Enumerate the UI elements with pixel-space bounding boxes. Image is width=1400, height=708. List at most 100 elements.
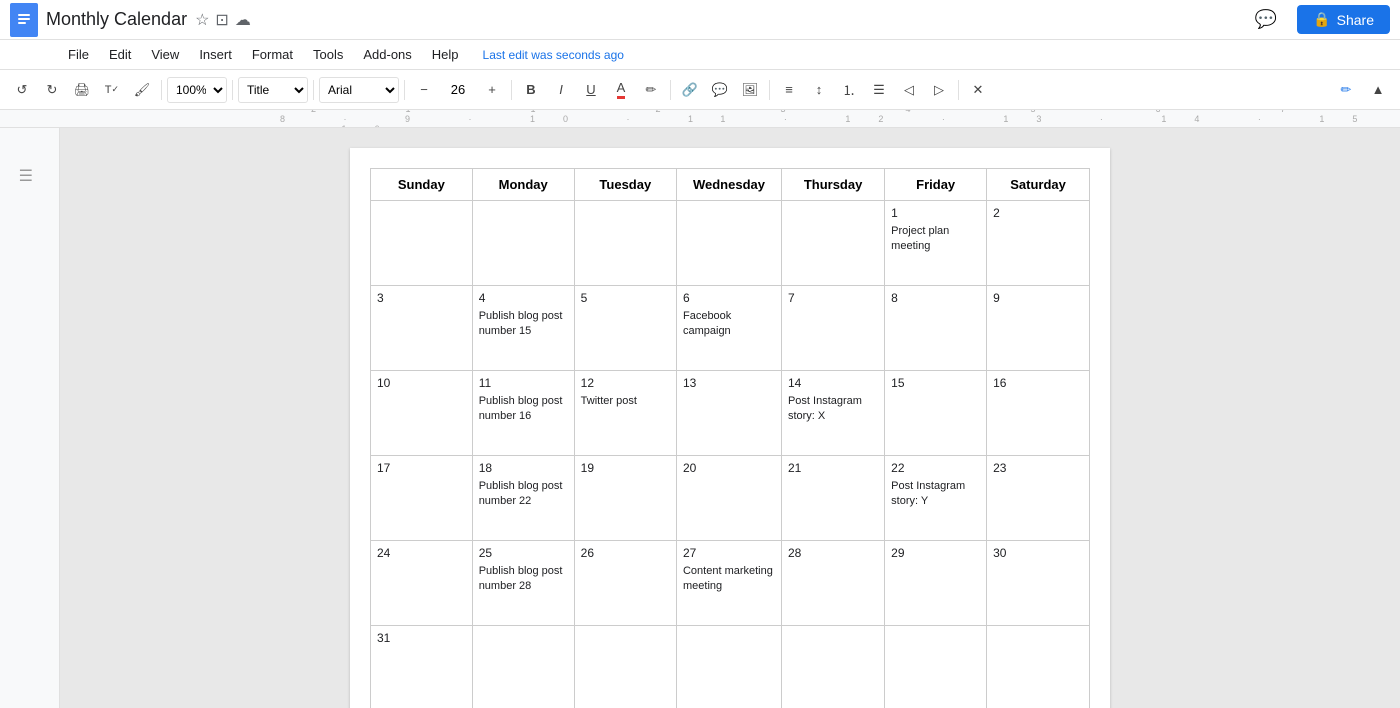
calendar-cell-5-1[interactable]	[472, 626, 574, 708]
calendar-cell-3-6[interactable]: 23	[987, 456, 1090, 541]
calendar-cell-2-5[interactable]: 15	[885, 371, 987, 456]
calendar-cell-4-4[interactable]: 28	[781, 541, 884, 626]
indent-more-button[interactable]: ▷	[925, 76, 953, 104]
calendar-cell-4-2[interactable]: 26	[574, 541, 676, 626]
calendar-cell-2-3[interactable]: 13	[676, 371, 781, 456]
cloud-icon[interactable]: ☁	[235, 10, 251, 30]
calendar-row-3: 17 18Publish blog post number 2219202122P…	[371, 456, 1090, 541]
calendar-cell-0-5[interactable]: 1Project plan meeting	[885, 201, 987, 286]
menu-addons[interactable]: Add-ons	[355, 45, 419, 64]
day-number: 14	[788, 376, 878, 390]
indent-less-button[interactable]: ◁	[895, 76, 923, 104]
clear-format-button[interactable]: ✕	[964, 76, 992, 104]
collapse-toolbar-button[interactable]: ▲	[1364, 76, 1392, 104]
day-number: 26	[581, 546, 670, 560]
highlight-button[interactable]: ✏	[637, 76, 665, 104]
calendar-cell-1-2[interactable]: 5	[574, 286, 676, 371]
calendar-cell-5-0[interactable]: 31	[371, 626, 473, 708]
calendar-cell-1-5[interactable]: 8	[885, 286, 987, 371]
zoom-select[interactable]: 100%	[167, 77, 227, 103]
menu-edit[interactable]: Edit	[101, 45, 139, 64]
menu-tools[interactable]: Tools	[305, 45, 351, 64]
bold-button[interactable]: B	[517, 76, 545, 104]
calendar-cell-2-2[interactable]: 12Twitter post	[574, 371, 676, 456]
font-size-increase-button[interactable]: +	[478, 76, 506, 104]
style-select[interactable]: Title	[238, 77, 308, 103]
calendar-cell-1-3[interactable]: 6Facebook campaign	[676, 286, 781, 371]
calendar-cell-1-0[interactable]: 3	[371, 286, 473, 371]
calendar-cell-0-2[interactable]	[574, 201, 676, 286]
topbar-star-icon[interactable]: ☆ ⊡ ☁	[195, 10, 251, 30]
menu-file[interactable]: File	[60, 45, 97, 64]
star-icon[interactable]: ☆	[195, 10, 209, 30]
ordered-list-button[interactable]: ⒈	[835, 76, 863, 104]
day-number: 30	[993, 546, 1083, 560]
calendar-cell-4-1[interactable]: 25Publish blog post number 28	[472, 541, 574, 626]
unordered-list-button[interactable]: ☰	[865, 76, 893, 104]
separator-1	[161, 80, 162, 100]
calendar-cell-0-1[interactable]	[472, 201, 574, 286]
calendar-cell-3-5[interactable]: 22Post Instagram story: Y	[885, 456, 987, 541]
calendar-cell-5-3[interactable]	[676, 626, 781, 708]
calendar-cell-5-2[interactable]	[574, 626, 676, 708]
calendar-cell-2-4[interactable]: 14Post Instagram story: X	[781, 371, 884, 456]
calendar-cell-4-5[interactable]: 29	[885, 541, 987, 626]
calendar-cell-0-6[interactable]: 2	[987, 201, 1090, 286]
comment-button[interactable]: 💬	[706, 76, 734, 104]
separator-6	[670, 80, 671, 100]
align-button[interactable]: ≡	[775, 76, 803, 104]
print-button[interactable]: 🖨	[68, 76, 96, 104]
menu-insert[interactable]: Insert	[191, 45, 240, 64]
calendar-cell-3-3[interactable]: 20	[676, 456, 781, 541]
calendar-cell-3-2[interactable]: 19	[574, 456, 676, 541]
calendar-cell-0-4[interactable]	[781, 201, 884, 286]
calendar-cell-5-4[interactable]	[781, 626, 884, 708]
main-area: ☰ Sunday Monday Tuesday Wednesday Thursd…	[0, 128, 1400, 708]
day-number: 23	[993, 461, 1083, 475]
separator-3	[313, 80, 314, 100]
folder-icon[interactable]: ⊡	[215, 10, 228, 30]
image-button[interactable]: 🖼	[736, 76, 764, 104]
italic-button[interactable]: I	[547, 76, 575, 104]
calendar-cell-1-6[interactable]: 9	[987, 286, 1090, 371]
calendar-cell-0-0[interactable]	[371, 201, 473, 286]
doc-outline-icon[interactable]: ☰	[19, 168, 33, 185]
day-number: 29	[891, 546, 980, 560]
calendar-cell-1-1[interactable]: 4Publish blog post number 15	[472, 286, 574, 371]
edit-mode-button[interactable]: ✏	[1332, 76, 1360, 104]
calendar-cell-5-6[interactable]	[987, 626, 1090, 708]
line-spacing-button[interactable]: ↕	[805, 76, 833, 104]
underline-button[interactable]: U	[577, 76, 605, 104]
undo-button[interactable]: ↺	[8, 76, 36, 104]
font-size-decrease-button[interactable]: −	[410, 76, 438, 104]
day-number: 11	[479, 376, 568, 390]
doc-area[interactable]: Sunday Monday Tuesday Wednesday Thursday…	[60, 128, 1400, 708]
calendar-cell-4-0[interactable]: 24	[371, 541, 473, 626]
redo-button[interactable]: ↻	[38, 76, 66, 104]
menu-help[interactable]: Help	[424, 45, 467, 64]
calendar-cell-4-3[interactable]: 27Content marketing meeting	[676, 541, 781, 626]
link-button[interactable]: 🔗	[676, 76, 704, 104]
calendar-cell-2-6[interactable]: 16	[987, 371, 1090, 456]
calendar-cell-2-1[interactable]: 11Publish blog post number 16	[472, 371, 574, 456]
calendar-cell-2-0[interactable]: 10	[371, 371, 473, 456]
paint-format-button[interactable]: 🖌	[128, 76, 156, 104]
calendar-cell-4-6[interactable]: 30	[987, 541, 1090, 626]
calendar-cell-3-4[interactable]: 21	[781, 456, 884, 541]
day-number: 17	[377, 461, 466, 475]
calendar-cell-1-4[interactable]: 7	[781, 286, 884, 371]
calendar-cell-5-5[interactable]	[885, 626, 987, 708]
share-button[interactable]: 🔒 Share	[1297, 5, 1390, 34]
font-color-button[interactable]: A	[607, 76, 635, 104]
spellcheck-button[interactable]: T✓	[98, 76, 126, 104]
menu-format[interactable]: Format	[244, 45, 301, 64]
menu-view[interactable]: View	[143, 45, 187, 64]
calendar-cell-0-3[interactable]	[676, 201, 781, 286]
doc-page: Sunday Monday Tuesday Wednesday Thursday…	[350, 148, 1110, 708]
calendar-cell-3-0[interactable]: 17	[371, 456, 473, 541]
header-saturday: Saturday	[987, 169, 1090, 201]
calendar-cell-3-1[interactable]: 18Publish blog post number 22	[472, 456, 574, 541]
comments-icon[interactable]: 💬	[1255, 9, 1277, 30]
day-number: 15	[891, 376, 980, 390]
font-select[interactable]: Arial	[319, 77, 399, 103]
